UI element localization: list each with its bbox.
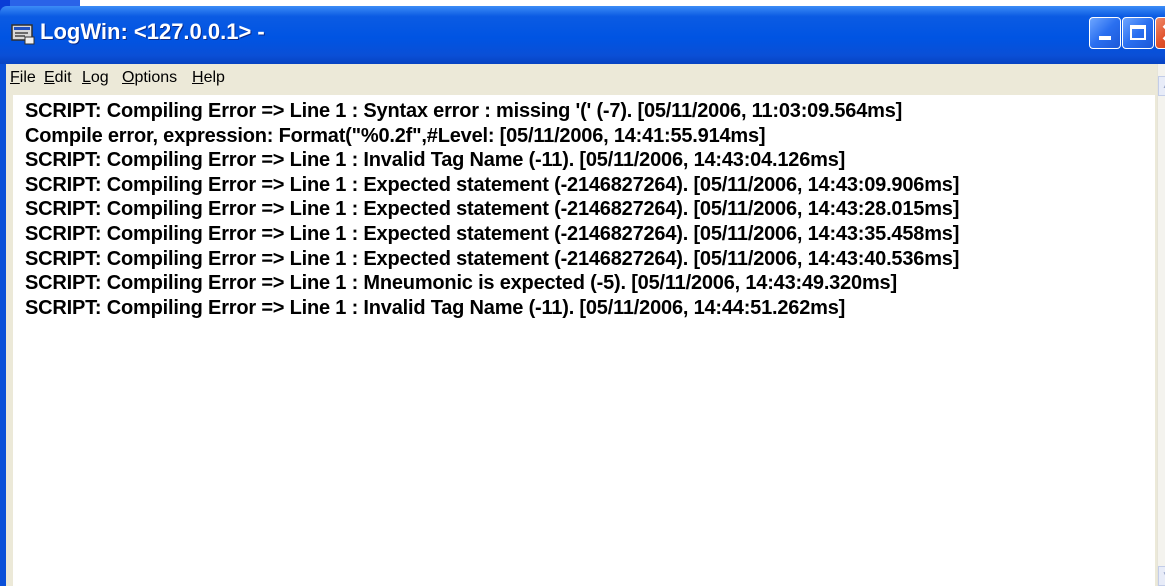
log-line: SCRIPT: Compiling Error => Line 1 : Expe… xyxy=(25,222,960,245)
log-text: SCRIPT: Compiling Error => Line 1 : Synt… xyxy=(25,99,1145,320)
menu-log-accelerator: L xyxy=(82,69,91,86)
log-line: SCRIPT: Compiling Error => Line 1 : Inva… xyxy=(25,149,846,172)
log-line: SCRIPT: Compiling Error => Line 1 : Expe… xyxy=(25,173,960,196)
close-icon: ✕ xyxy=(1160,18,1165,48)
menu-options-accelerator: O xyxy=(122,69,135,86)
menu-options-label: ptions xyxy=(134,69,178,86)
log-line: SCRIPT: Compiling Error => Line 1 : Inva… xyxy=(25,296,846,319)
menu-edit-label: dit xyxy=(54,69,72,86)
log-text-area[interactable]: SCRIPT: Compiling Error => Line 1 : Synt… xyxy=(13,95,1155,586)
menu-edit[interactable]: Edit xyxy=(44,69,72,87)
menu-options[interactable]: Options xyxy=(122,69,177,87)
window-client-area: File Edit Log Options Help SCRIPT: Compi… xyxy=(6,64,1165,586)
minimize-button[interactable] xyxy=(1089,17,1121,49)
close-button[interactable]: ✕ xyxy=(1155,17,1165,49)
logwin-window: LogWin: <127.0.0.1> - ✕ File Edit Log Op… xyxy=(0,6,1165,586)
log-line: SCRIPT: Compiling Error => Line 1 : Expe… xyxy=(25,198,960,221)
vertical-scrollbar[interactable]: ▲ ▼ xyxy=(1157,64,1165,586)
menu-file-accelerator: F xyxy=(10,69,20,86)
scroll-up-button[interactable]: ▲ xyxy=(1158,76,1165,96)
log-line: SCRIPT: Compiling Error => Line 1 : Expe… xyxy=(25,247,960,270)
maximize-button[interactable] xyxy=(1122,17,1154,49)
title-bar[interactable]: LogWin: <127.0.0.1> - ✕ xyxy=(0,6,1165,64)
menu-help[interactable]: Help xyxy=(192,69,225,87)
log-line: SCRIPT: Compiling Error => Line 1 : Mneu… xyxy=(25,272,897,295)
menu-bar: File Edit Log Options Help xyxy=(6,64,1165,94)
chevron-down-icon: ▼ xyxy=(1162,570,1165,581)
menu-file[interactable]: File xyxy=(10,69,36,87)
menu-help-label: elp xyxy=(203,69,225,86)
scroll-down-button[interactable]: ▼ xyxy=(1158,566,1165,586)
menu-file-label: ile xyxy=(19,69,36,86)
chevron-up-icon: ▲ xyxy=(1162,80,1165,91)
minimize-icon xyxy=(1099,36,1111,40)
log-line: SCRIPT: Compiling Error => Line 1 : Synt… xyxy=(25,100,903,122)
menu-log-label: og xyxy=(90,69,109,86)
log-line: Compile error, expression: Format("%0.2f… xyxy=(25,124,766,147)
window-title: LogWin: <127.0.0.1> - xyxy=(40,19,265,44)
menu-log[interactable]: Log xyxy=(82,69,109,87)
menu-edit-accelerator: E xyxy=(44,69,55,86)
maximize-icon xyxy=(1130,25,1146,40)
menu-help-accelerator: H xyxy=(192,69,204,86)
app-icon[interactable] xyxy=(11,23,35,45)
